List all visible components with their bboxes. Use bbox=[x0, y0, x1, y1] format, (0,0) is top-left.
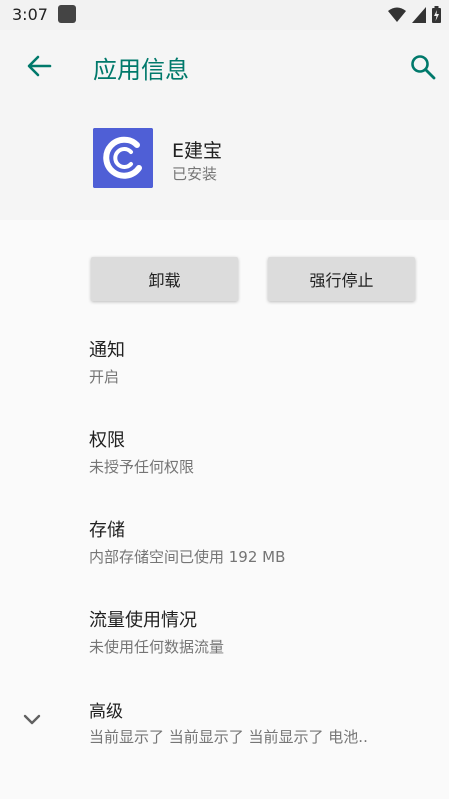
page-title: 应用信息 bbox=[93, 56, 189, 84]
status-time: 3:07 bbox=[12, 5, 48, 24]
status-bar: 3:07 bbox=[0, 0, 449, 30]
notification-icon bbox=[58, 5, 76, 23]
app-name: E建宝 bbox=[172, 140, 223, 162]
settings-item-subtitle: 开启 bbox=[89, 368, 120, 386]
status-icons bbox=[388, 6, 441, 23]
back-arrow-icon[interactable] bbox=[26, 54, 52, 78]
settings-item-advanced[interactable]: 高级 当前显示了 当前显示了 当前显示了 电池.. bbox=[89, 697, 429, 747]
settings-item-subtitle: 未使用任何数据流量 bbox=[89, 638, 225, 656]
app-header: 应用信息 E建宝 已安装 bbox=[0, 30, 449, 220]
uninstall-button[interactable]: 卸载 bbox=[91, 257, 238, 301]
chevron-down-icon[interactable] bbox=[22, 712, 42, 728]
settings-item-title: 存储 bbox=[89, 520, 125, 541]
settings-item-notifications[interactable]: 通知 开启 bbox=[89, 336, 429, 387]
settings-item-permissions[interactable]: 权限 未授予任何权限 bbox=[89, 426, 429, 477]
app-install-status: 已安装 bbox=[172, 165, 218, 183]
app-logo-icon bbox=[93, 128, 153, 188]
wifi-icon bbox=[388, 7, 406, 22]
settings-item-subtitle: 当前显示了 当前显示了 当前显示了 电池.. bbox=[89, 728, 368, 746]
settings-item-title: 权限 bbox=[89, 430, 125, 451]
settings-item-subtitle: 内部存储空间已使用 192 MB bbox=[89, 548, 286, 566]
search-icon[interactable] bbox=[410, 54, 436, 80]
settings-item-subtitle: 未授予任何权限 bbox=[89, 458, 195, 476]
settings-item-storage[interactable]: 存储 内部存储空间已使用 192 MB bbox=[89, 516, 429, 567]
force-stop-button[interactable]: 强行停止 bbox=[268, 257, 415, 301]
settings-item-title: 流量使用情况 bbox=[89, 610, 197, 631]
settings-item-title: 高级 bbox=[89, 702, 123, 722]
battery-icon bbox=[432, 6, 441, 23]
signal-icon bbox=[412, 6, 426, 23]
settings-item-title: 通知 bbox=[89, 340, 125, 361]
settings-item-data-usage[interactable]: 流量使用情况 未使用任何数据流量 bbox=[89, 606, 429, 657]
